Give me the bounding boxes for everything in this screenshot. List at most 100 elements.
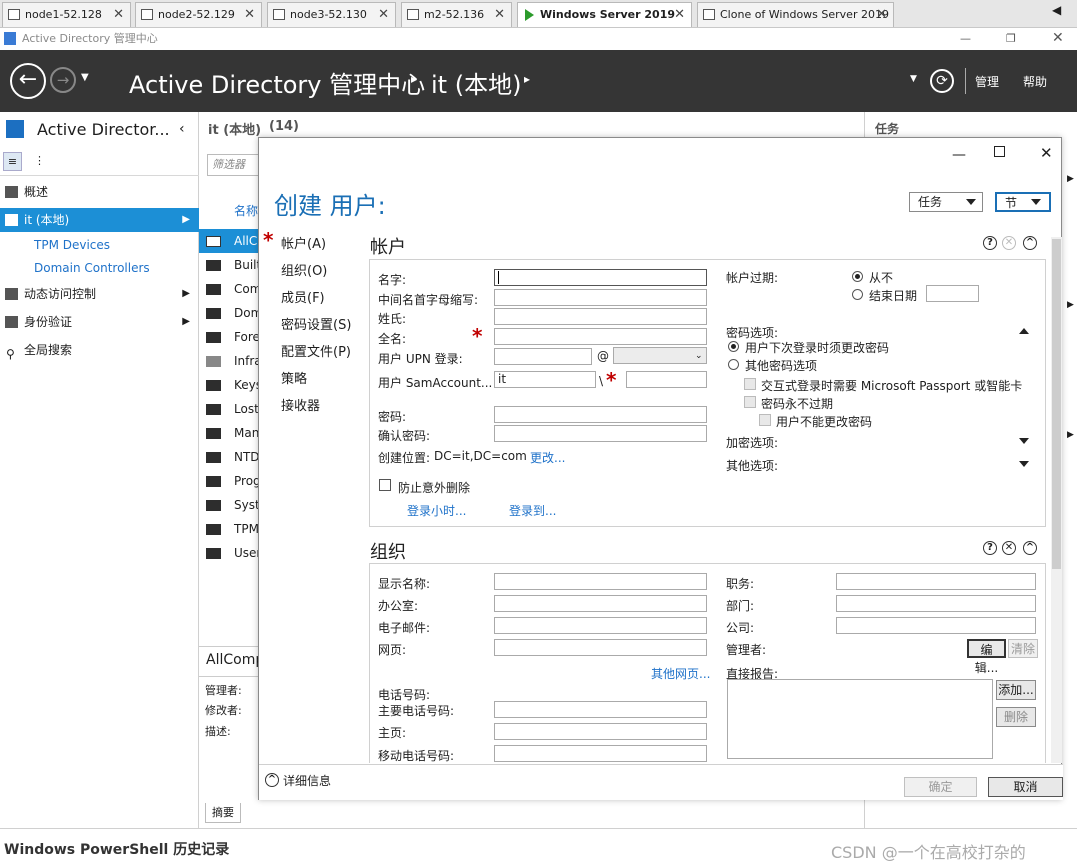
nav-item-it-local[interactable]: it (本地) ▶ xyxy=(0,208,199,232)
upn-suffix-select[interactable]: ⌄ xyxy=(613,347,707,364)
expand-arrow-icon[interactable]: ▶ xyxy=(182,208,190,232)
list-item[interactable]: Dom xyxy=(199,301,259,325)
tab-scroll-left-icon[interactable]: ◀ xyxy=(1052,3,1061,17)
minimize-icon[interactable]: — xyxy=(952,147,966,163)
history-dropdown-icon[interactable]: ▼ xyxy=(81,72,89,83)
breadcrumb-next-icon[interactable]: ▸ xyxy=(524,72,530,86)
other-password-options-radio[interactable] xyxy=(728,359,739,370)
job-title-input[interactable] xyxy=(836,573,1036,590)
department-input[interactable] xyxy=(836,595,1036,612)
minimize-icon[interactable]: — xyxy=(960,28,971,49)
collapse-pane-icon[interactable]: ‹ xyxy=(179,121,185,137)
vm-tab-node1[interactable]: node1-52.128 ✕ xyxy=(2,2,131,27)
help-menu[interactable]: 帮助 xyxy=(1023,73,1047,90)
expires-never-radio[interactable] xyxy=(852,271,863,282)
close-icon[interactable]: ✕ xyxy=(674,3,685,26)
expand-arrow-icon[interactable] xyxy=(1019,438,1029,444)
close-icon[interactable]: ✕ xyxy=(494,3,505,26)
display-name-input[interactable] xyxy=(494,573,707,590)
must-change-radio[interactable] xyxy=(728,341,739,352)
list-item[interactable]: User xyxy=(199,541,259,565)
list-item[interactable]: Com xyxy=(199,277,259,301)
protect-deletion-checkbox[interactable] xyxy=(379,479,391,491)
list-item[interactable]: Man xyxy=(199,421,259,445)
vm-tab-clone[interactable]: Clone of Windows Server 2019 ✕ xyxy=(697,2,894,27)
other-webpages-link[interactable]: 其他网页... xyxy=(651,665,710,682)
more-details-label[interactable]: 详细信息 xyxy=(283,772,331,789)
help-icon[interactable]: ? xyxy=(983,541,997,555)
close-icon[interactable]: ✕ xyxy=(876,3,887,26)
close-section-icon[interactable]: ✕ xyxy=(1002,541,1016,555)
nav-item-authentication[interactable]: 身份验证 ▶ xyxy=(0,310,199,334)
close-icon[interactable]: ✕ xyxy=(244,3,255,26)
nav-item-overview[interactable]: 概述 xyxy=(0,180,199,204)
expand-arrow-icon[interactable]: ▶ xyxy=(182,282,190,306)
company-input[interactable] xyxy=(836,617,1036,634)
list-item[interactable]: Built xyxy=(199,253,259,277)
tab-summary[interactable]: 摘要 xyxy=(205,803,241,823)
dialog-scrollbar[interactable] xyxy=(1051,237,1062,763)
full-name-input[interactable] xyxy=(494,328,707,345)
collapse-icon[interactable]: ▶ xyxy=(1067,174,1074,184)
forward-arrow-icon[interactable]: → xyxy=(50,67,76,93)
close-icon[interactable]: ✕ xyxy=(1052,28,1064,49)
list-item[interactable]: Prog xyxy=(199,469,259,493)
list-item[interactable]: TPM xyxy=(199,517,259,541)
ok-button[interactable]: 确定 xyxy=(904,777,977,797)
list-view-icon[interactable]: ≡ xyxy=(3,152,22,171)
list-item[interactable]: Infra xyxy=(199,349,259,373)
dialog-nav-silo[interactable]: 接收器 xyxy=(281,395,320,414)
first-name-input[interactable] xyxy=(494,269,707,286)
collapse-details-icon[interactable]: ^ xyxy=(265,773,279,787)
dialog-nav-policy[interactable]: 策略 xyxy=(281,368,307,387)
vm-tab-node2[interactable]: node2-52.129 ✕ xyxy=(135,2,262,27)
confirm-password-input[interactable] xyxy=(494,425,707,442)
restore-icon[interactable]: ❐ xyxy=(1006,28,1016,49)
end-date-input[interactable] xyxy=(926,285,979,302)
sam-account-input[interactable] xyxy=(626,371,707,388)
tasks-dropdown[interactable]: 任务 xyxy=(909,192,983,212)
dialog-nav-member-of[interactable]: 成员(F) xyxy=(281,287,325,306)
change-location-link[interactable]: 更改... xyxy=(530,449,565,466)
collapse-section-icon[interactable]: ^ xyxy=(1023,541,1037,555)
scrollbar-thumb[interactable] xyxy=(1052,239,1061,569)
list-item[interactable]: Syst xyxy=(199,493,259,517)
nav-item-domain-controllers[interactable]: Domain Controllers xyxy=(34,261,150,275)
vm-tab-node3[interactable]: node3-52.130 ✕ xyxy=(267,2,396,27)
maximize-icon[interactable] xyxy=(994,146,1005,157)
breadcrumb-current[interactable]: it (本地) xyxy=(431,65,521,100)
list-item[interactable]: Keys xyxy=(199,373,259,397)
dialog-nav-password-settings[interactable]: 密码设置(S) xyxy=(281,314,351,333)
back-arrow-icon[interactable]: ← xyxy=(10,63,46,99)
dialog-nav-profile[interactable]: 配置文件(P) xyxy=(281,341,351,360)
dialog-nav-account[interactable]: 帐户(A) xyxy=(281,233,326,252)
close-icon[interactable]: ✕ xyxy=(378,3,389,26)
close-icon[interactable]: ✕ xyxy=(113,3,124,26)
webpage-input[interactable] xyxy=(494,639,707,656)
last-name-input[interactable] xyxy=(494,308,707,325)
middle-initials-input[interactable] xyxy=(494,289,707,306)
expires-end-date-radio[interactable] xyxy=(852,289,863,300)
collapse-arrow-icon[interactable] xyxy=(1019,328,1029,334)
direct-reports-list[interactable] xyxy=(727,679,993,759)
refresh-icon[interactable]: ⟳ xyxy=(930,69,954,93)
manage-menu[interactable]: 管理 xyxy=(975,73,999,90)
mobile-input[interactable] xyxy=(494,745,707,762)
nav-item-global-search[interactable]: ⚲ 全局搜索 xyxy=(0,338,199,362)
add-direct-report-button[interactable]: 添加... xyxy=(996,680,1036,700)
column-header-name[interactable]: 名称 xyxy=(234,202,258,219)
vm-tab-windows-server-2019[interactable]: Windows Server 2019 ✕ xyxy=(517,2,692,27)
tree-view-icon[interactable]: ⋮ xyxy=(30,152,49,171)
logon-to-link[interactable]: 登录到... xyxy=(509,502,556,519)
list-item[interactable]: NTD xyxy=(199,445,259,469)
office-input[interactable] xyxy=(494,595,707,612)
collapse-icon[interactable]: ▶ xyxy=(1067,300,1074,310)
home-input[interactable] xyxy=(494,723,707,740)
upn-logon-input[interactable] xyxy=(494,348,592,365)
vm-tab-m2[interactable]: m2-52.136 ✕ xyxy=(401,2,512,27)
nav-item-tpm-devices[interactable]: TPM Devices xyxy=(34,238,110,252)
expand-arrow-icon[interactable] xyxy=(1019,461,1029,467)
help-icon[interactable]: ? xyxy=(983,236,997,250)
expand-arrow-icon[interactable]: ▶ xyxy=(182,310,190,334)
sections-dropdown[interactable]: 节 xyxy=(995,192,1051,212)
